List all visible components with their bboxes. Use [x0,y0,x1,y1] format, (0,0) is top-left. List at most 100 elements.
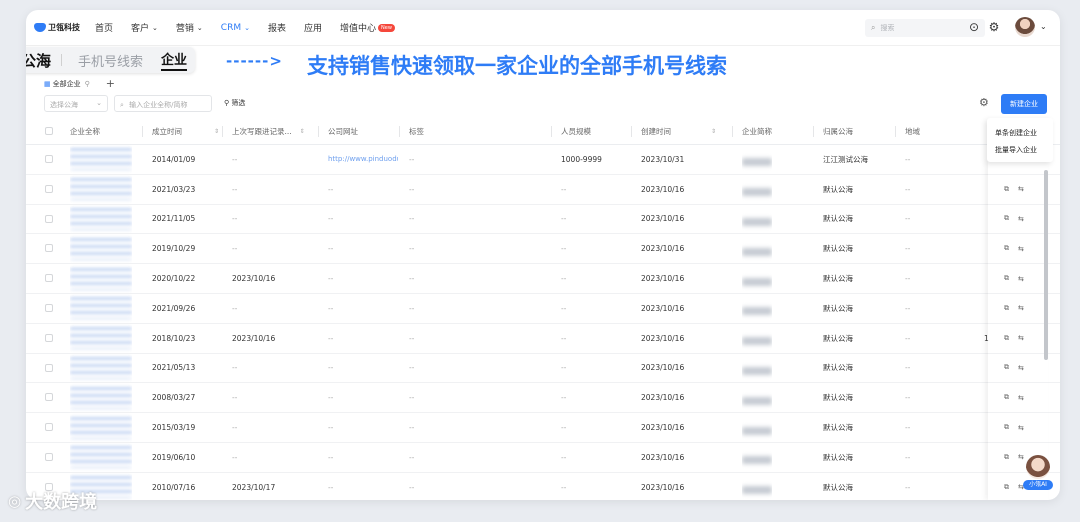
column-divider[interactable] [551,126,552,137]
nav-item-0[interactable]: 首页 [95,21,113,34]
row-checkbox[interactable] [45,393,53,402]
cell-founded: 2019/06/10 [152,452,196,462]
column-header[interactable]: 成立时间 ⇕ [152,118,219,144]
row-checkbox[interactable] [45,303,53,312]
column-divider[interactable] [732,126,733,137]
sort-icon[interactable]: ⇕ [711,128,716,135]
nav-item-5[interactable]: 应用 [304,21,322,34]
tab-phone-leads[interactable]: 手机号线索 [78,51,143,70]
nav-item-1[interactable]: 客户 ⌄ [131,21,158,35]
company-name-redacted[interactable] [70,413,132,442]
column-divider[interactable] [813,126,814,137]
select-all-checkbox[interactable] [45,127,53,135]
row-checkbox[interactable] [45,274,53,283]
company-name-redacted[interactable] [70,443,132,472]
column-divider[interactable] [142,126,143,137]
cell-size: -- [561,303,567,313]
column-settings-icon[interactable]: ⚙ [979,96,989,109]
row-checkbox[interactable] [45,333,53,342]
table-header: 企业全称 成立时间 ⇕ 上次写跟进记录... ⇕ 公司网址 标签 人员规模 创建时间 ⇕ 企业简称 归… [26,118,1060,145]
table-row[interactable]: 2010/07/16 2023/10/17 -- -- -- 2023/10/16 默认公海… [26,473,1060,500]
table-row[interactable]: 2020/10/22 2023/10/16 -- -- -- 2023/10/16 默认公海… [26,264,1060,294]
company-name-redacted[interactable] [70,324,132,353]
company-name-redacted[interactable] [70,264,132,293]
cell-size: -- [561,274,567,284]
cell-website: -- [328,184,334,194]
settings-icon[interactable]: ⚙ [987,20,1001,34]
filter-button[interactable]: ⚲ 筛选 [224,98,245,108]
column-divider[interactable] [222,126,223,137]
cell-pool: 默认公海 [823,482,853,492]
table-row[interactable]: 2018/10/23 2023/10/16 -- -- -- 2023/10/16 默认公海… [26,324,1060,354]
company-search-placeholder: 输入企业全称/简称 [129,101,188,109]
column-header[interactable]: 企业简称 [742,118,772,144]
company-name-redacted[interactable] [70,175,132,204]
logo[interactable]: 卫瓴科技 [34,22,80,33]
row-checkbox[interactable] [45,184,53,193]
nav-item-3[interactable]: CRM ⌄ [221,23,250,33]
tab-public-pool[interactable]: 公海 [26,50,51,71]
cell-size: -- [561,214,567,224]
column-divider[interactable] [399,126,400,137]
cell-founded: 2008/03/27 [152,393,196,403]
table-row[interactable]: 2014/01/09 -- http://www.pinduoduo.com -- 10… [26,145,1060,175]
column-header[interactable]: 人员规模 [561,118,591,144]
help-icon[interactable]: ⊙ [967,20,981,34]
nav-item-6[interactable]: 增值中心 New [340,21,395,34]
company-name-redacted[interactable] [70,354,132,383]
view-label[interactable]: 全部企业 [53,79,81,89]
chevron-down-icon[interactable]: ⌄ [1040,22,1047,31]
ai-assistant-button[interactable]: 小瓴AI [1023,455,1053,493]
company-search-input[interactable]: ⌕ 输入企业全称/简称 [114,95,212,112]
column-divider[interactable] [631,126,632,137]
tab-company[interactable]: 企业 [161,49,188,71]
menu-item-batch-import[interactable]: 批量导入企业 [987,144,1053,161]
column-header[interactable]: 公司网址 [328,118,358,144]
company-name-redacted[interactable] [70,234,132,263]
chevron-down-icon: ⌄ [244,23,250,32]
nav-item-4[interactable]: 报表 [268,21,286,34]
cell-created: 2023/10/16 [641,452,685,462]
nav-item-2[interactable]: 营销 ⌄ [176,21,203,35]
table-row[interactable]: 2021/11/05 -- -- -- -- 2023/10/16 默认公海 -- ⧉ ⇆ [26,205,1060,235]
vertical-scrollbar[interactable] [1044,170,1048,360]
search-placeholder: 搜索 [880,24,895,32]
cell-website[interactable]: http://www.pinduoduo.com [328,145,398,174]
row-checkbox[interactable] [45,214,53,223]
column-header[interactable]: 归属公海 [823,118,853,144]
table-row[interactable]: 2019/10/29 -- -- -- -- 2023/10/16 默认公海 -- ⧉ ⇆ [26,234,1060,265]
user-avatar[interactable] [1015,17,1035,37]
column-header[interactable]: 企业全称 [70,118,100,144]
cell-founded: 2018/10/23 [152,333,196,343]
filter-bar: 选择公海 ⌄ ⌕ 输入企业全称/简称 ⚲ 筛选 ⚙ 新建企业 [44,94,1047,114]
table-row[interactable]: 2021/09/26 -- -- -- -- 2023/10/16 默认公海 -- ⧉ ⇆ [26,294,1060,324]
sort-icon[interactable]: ⇕ [214,128,219,135]
add-view-button[interactable]: + [106,77,115,90]
cell-pool: 默认公海 [823,274,853,284]
cell-website: -- [328,423,334,433]
table-row[interactable]: 2019/06/10 -- -- -- -- 2023/10/16 默认公海 -- ⧉ ⇆ [26,443,1060,473]
row-checkbox[interactable] [45,423,53,432]
column-divider[interactable] [318,126,319,137]
table-row[interactable]: 2021/03/23 -- -- -- -- 2023/10/16 默认公海 -- ⧉ ⇆ [26,175,1060,205]
new-company-button[interactable]: 新建企业 [1001,94,1047,114]
pool-select[interactable]: 选择公海 ⌄ [44,95,108,112]
table-row[interactable]: 2015/03/19 -- -- -- -- 2023/10/16 默认公海 -- ⧉ ⇆ [26,413,1060,443]
column-divider[interactable] [895,126,896,137]
company-name-redacted[interactable] [70,294,132,323]
table-row[interactable]: 2021/05/13 -- -- -- -- 2023/10/16 默认公海 -- ⧉ ⇆ [26,354,1060,384]
row-checkbox[interactable] [45,452,53,461]
menu-item-single-create[interactable]: 单条创建企业 [987,127,1053,144]
sort-icon[interactable]: ⇕ [300,128,305,135]
column-header[interactable]: 创建时间 ⇕ [641,118,716,144]
column-header[interactable]: 地域 [905,118,920,144]
row-checkbox[interactable] [45,155,53,163]
company-name-redacted[interactable] [70,145,132,174]
row-checkbox[interactable] [45,244,53,253]
company-name-redacted[interactable] [70,383,132,412]
table-row[interactable]: 2008/03/27 -- -- -- -- 2023/10/16 默认公海 -- ⧉ ⇆ [26,383,1060,414]
column-header[interactable]: 上次写跟进记录... ⇕ [232,118,305,144]
company-name-redacted[interactable] [70,205,132,234]
column-header[interactable]: 标签 [409,118,424,144]
row-checkbox[interactable] [45,363,53,372]
